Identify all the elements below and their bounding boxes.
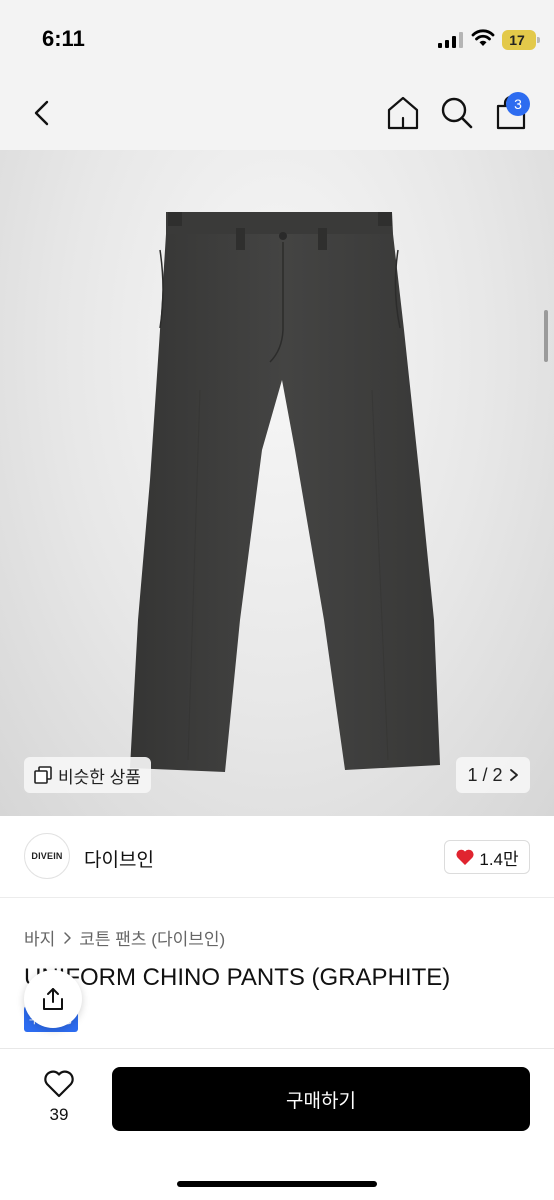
brand-name[interactable]: 다이브인 xyxy=(84,845,154,872)
wishlist-count: 39 xyxy=(49,1105,69,1124)
heart-outline-icon xyxy=(44,1070,74,1098)
similar-products-label: 비슷한 상품 xyxy=(58,767,141,787)
signal-icon xyxy=(438,32,463,48)
buy-button[interactable]: 구매하기 xyxy=(112,1067,530,1131)
status-time: 6:11 xyxy=(42,26,85,51)
search-icon[interactable] xyxy=(438,94,476,132)
breadcrumb: 바지 코튼 팬츠 (다이브인) xyxy=(24,925,225,950)
product-image-carousel[interactable] xyxy=(0,150,554,816)
similar-items-icon xyxy=(34,766,52,784)
status-bar: 6:11 17 xyxy=(0,0,554,80)
battery-level: 17 xyxy=(509,32,525,48)
heart-filled-icon xyxy=(456,849,474,865)
wishlist-button[interactable]: 39 xyxy=(30,1069,88,1129)
share-button[interactable] xyxy=(24,970,82,1028)
brand-row[interactable]: DIVEIN 다이브인 1.4만 xyxy=(0,816,554,898)
chevron-right-icon xyxy=(509,769,518,781)
battery-icon: 17 xyxy=(502,30,540,50)
product-photo-graphite-pants xyxy=(130,212,440,772)
home-icon[interactable] xyxy=(384,94,422,132)
brand-like-count: 1.4만 xyxy=(479,849,519,869)
home-indicator xyxy=(177,1181,377,1187)
wifi-icon xyxy=(471,29,495,46)
chevron-right-icon xyxy=(64,931,72,944)
breadcrumb-item[interactable]: 코튼 팬츠 (다이브인) xyxy=(79,925,225,950)
breadcrumb-item[interactable]: 바지 xyxy=(24,925,55,950)
image-page-indicator[interactable]: 1 / 2 xyxy=(456,757,530,793)
scroll-indicator xyxy=(544,310,548,362)
cart-count-badge: 3 xyxy=(506,92,530,116)
page-indicator-text: 1 / 2 xyxy=(467,764,503,785)
brand-logo[interactable]: DIVEIN xyxy=(24,833,70,879)
brand-like-button[interactable]: 1.4만 xyxy=(444,840,530,874)
bottom-action-bar: 39 구매하기 xyxy=(0,1048,554,1200)
top-nav-bar xyxy=(0,80,554,150)
product-title: UNIFORM CHINO PANTS (GRAPHITE) xyxy=(24,964,451,991)
share-icon xyxy=(43,988,63,1010)
similar-products-button[interactable]: 비슷한 상품 xyxy=(24,757,151,793)
back-arrow-icon[interactable] xyxy=(26,96,60,130)
